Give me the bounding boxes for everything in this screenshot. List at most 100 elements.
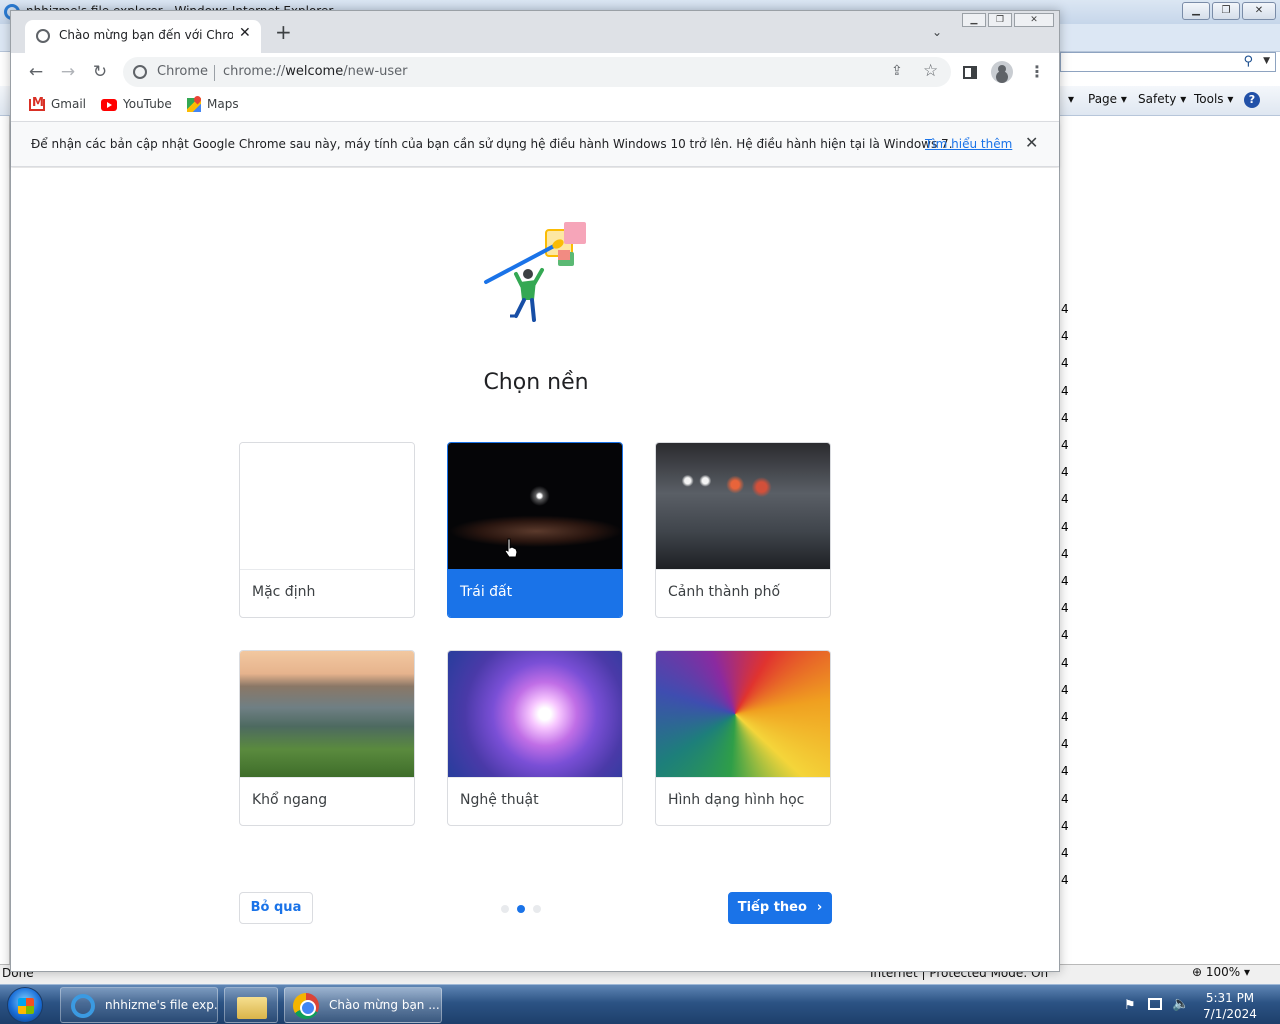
tab-search-chevron-icon[interactable]: ⌄ <box>932 25 942 39</box>
chrome-menu-icon[interactable]: ⋮ <box>1029 60 1045 84</box>
chevron-down-icon[interactable]: ▼ <box>1263 56 1270 66</box>
ie-page-digit: 4 <box>1061 574 1069 588</box>
page-title: Chọn nền <box>483 370 589 395</box>
ie-page-digit: 4 <box>1061 356 1069 371</box>
windows-taskbar: nhhizme's file exp... Chào mừng bạn ... … <box>0 984 1280 1024</box>
ie-page-digit: 4 <box>1061 410 1069 425</box>
ie-page-digit: 4 <box>1061 383 1069 398</box>
infobar-close-icon[interactable]: ✕ <box>1025 133 1038 152</box>
theme-card-default[interactable]: Mặc định <box>239 442 415 618</box>
chrome-icon <box>293 993 319 1019</box>
taskbar-item-explorer[interactable] <box>224 987 278 1023</box>
ie-close-button[interactable]: ✕ <box>1242 2 1276 20</box>
ie-restore-button[interactable]: ❐ <box>1212 2 1240 20</box>
theme-label: Mặc định <box>252 584 316 600</box>
step-dot-1 <box>501 905 509 913</box>
back-button[interactable]: ← <box>24 60 48 84</box>
bookmarks-bar: Gmail YouTube Maps <box>11 91 1059 121</box>
folder-icon <box>237 997 267 1019</box>
theme-card-earth[interactable]: Trái đất <box>447 442 623 618</box>
chrome-window: Chào mừng bạn đến với Chrome ✕ + ⌄ ▁ ❐ ✕… <box>10 10 1060 972</box>
clock[interactable]: 5:31 PM 7/1/2024 <box>1200 990 1260 1022</box>
ie-page-digit: 4 <box>1061 329 1069 344</box>
help-icon[interactable]: ? <box>1244 92 1260 108</box>
bookmark-gmail-label: Gmail <box>51 97 87 111</box>
reload-button[interactable]: ↻ <box>88 60 112 84</box>
action-center-flag-icon[interactable]: ⚑ <box>1124 998 1136 1013</box>
card-divider <box>240 777 414 778</box>
network-icon[interactable] <box>1148 998 1162 1010</box>
bookmark-maps[interactable]: Maps <box>187 97 239 115</box>
search-icon[interactable]: ⚲ <box>1243 54 1253 69</box>
taskbar-item-ie[interactable]: nhhizme's file exp... <box>60 987 218 1023</box>
profile-avatar-icon[interactable] <box>991 61 1013 83</box>
theme-card-landscape[interactable]: Khổ ngang <box>239 650 415 826</box>
theme-thumbnail-art <box>448 651 622 777</box>
painter-illustration <box>484 222 586 322</box>
hand-cursor-icon <box>504 538 518 558</box>
taskbar-item-label: nhhizme's file exp... <box>105 998 218 1012</box>
theme-thumbnail-cityscape <box>656 443 830 569</box>
youtube-icon <box>101 98 117 111</box>
volume-icon[interactable]: 🔈 <box>1172 996 1189 1012</box>
theme-label: Trái đất <box>460 584 513 600</box>
ie-page-digit: 4 <box>1061 492 1069 507</box>
tab-welcome[interactable]: Chào mừng bạn đến với Chrome ✕ <box>25 20 261 53</box>
share-icon[interactable]: ⇪ <box>891 63 903 79</box>
gmail-icon <box>29 95 45 111</box>
theme-card-geometric[interactable]: Hình dạng hình học <box>655 650 831 826</box>
bookmark-star-icon[interactable]: ☆ <box>923 61 938 81</box>
clock-time: 5:31 PM <box>1205 991 1255 1005</box>
ie-search-box[interactable]: ⚲ ▼ <box>1060 52 1276 72</box>
ie-page-left-edge <box>0 116 10 966</box>
ie-page-digit: 4 <box>1061 302 1069 316</box>
skip-button[interactable]: Bỏ qua <box>239 892 313 924</box>
ie-page-digit: 4 <box>1061 628 1069 643</box>
bookmark-youtube[interactable]: YouTube <box>101 97 172 115</box>
theme-thumbnail-landscape <box>240 651 414 777</box>
windows-logo-icon <box>18 998 34 1014</box>
ie-page-digit: 4 <box>1061 438 1069 452</box>
clock-date: 7/1/2024 <box>1203 1007 1257 1021</box>
theme-label: Cảnh thành phố <box>668 584 781 600</box>
site-chip[interactable]: Chrome <box>157 64 208 79</box>
ie-dropdown-icon[interactable]: ▾ <box>1068 92 1074 106</box>
close-tab-icon[interactable]: ✕ <box>239 25 251 41</box>
ie-page-digit: 4 <box>1061 710 1069 724</box>
chrome-site-icon[interactable] <box>133 65 147 79</box>
learn-more-link[interactable]: Tìm hiểu thêm <box>925 137 1012 151</box>
url-text[interactable]: chrome://welcome/new-user <box>223 64 408 79</box>
theme-label: Khổ ngang <box>252 792 328 808</box>
chrome-minimize-button[interactable]: ▁ <box>962 13 986 27</box>
welcome-page: Chọn nền Mặc định Trái đất Cảnh thành ph… <box>11 168 1059 971</box>
ie-page-digit: 4 <box>1061 519 1069 534</box>
ie-page-digit: 4 <box>1061 764 1069 779</box>
theme-card-art[interactable]: Nghệ thuật <box>447 650 623 826</box>
ie-tools-menu[interactable]: Tools ▾ <box>1194 92 1233 106</box>
url-path: /new-user <box>343 64 408 79</box>
url-scheme: chrome:// <box>223 64 286 79</box>
ie-zoom-level[interactable]: ⊕ 100% ▾ <box>1192 965 1250 979</box>
omnibox-separator <box>214 65 215 81</box>
url-host: welcome <box>285 64 344 79</box>
forward-button[interactable]: → <box>56 60 80 84</box>
ie-page-digit: 4 <box>1061 846 1069 860</box>
taskbar-item-chrome[interactable]: Chào mừng bạn ... <box>284 987 442 1023</box>
ie-page-digit: 4 <box>1061 601 1069 616</box>
ie-minimize-button[interactable]: ▁ <box>1182 2 1210 20</box>
theme-card-cityscape[interactable]: Cảnh thành phố <box>655 442 831 618</box>
new-tab-button[interactable]: + <box>275 22 292 42</box>
ie-page-digit: 4 <box>1061 818 1069 833</box>
ie-safety-menu[interactable]: Safety ▾ <box>1138 92 1186 106</box>
start-button[interactable] <box>7 987 43 1023</box>
next-button[interactable]: Tiếp theo › <box>728 892 832 924</box>
omnibox[interactable]: Chrome chrome://welcome/new-user ⇪ ☆ <box>123 57 951 87</box>
side-panel-icon[interactable] <box>963 66 977 79</box>
chrome-restore-button[interactable]: ❐ <box>988 13 1012 27</box>
chrome-close-button[interactable]: ✕ <box>1014 13 1054 27</box>
ie-page-menu[interactable]: Page ▾ <box>1088 92 1127 106</box>
bookmark-gmail[interactable]: Gmail <box>29 95 87 115</box>
theme-thumbnail-default <box>240 443 414 569</box>
theme-label: Hình dạng hình học <box>668 792 805 808</box>
step-dot-2 <box>517 905 525 913</box>
